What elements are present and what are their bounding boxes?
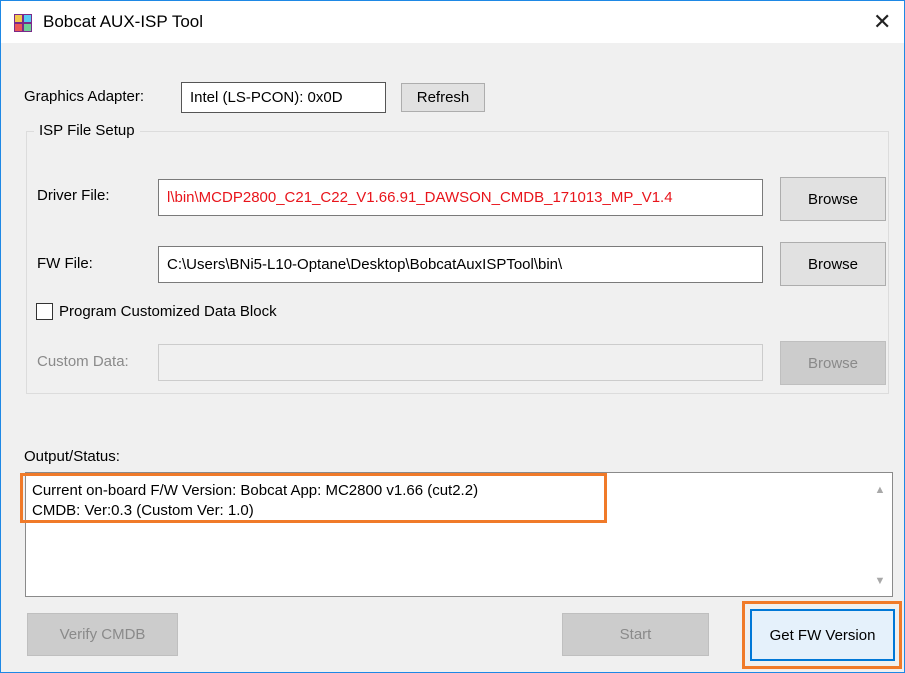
app-icon bbox=[14, 14, 32, 32]
close-icon[interactable]: ✕ bbox=[873, 9, 891, 35]
get-fw-version-button[interactable]: Get FW Version bbox=[750, 609, 895, 661]
output-line: CMDB: Ver:0.3 (Custom Ver: 1.0) bbox=[32, 502, 254, 519]
refresh-button[interactable]: Refresh bbox=[401, 83, 485, 112]
driver-file-input[interactable]: l\bin\MCDP2800_C21_C22_V1.66.91_DAWSON_C… bbox=[158, 179, 763, 216]
output-line: Current on-board F/W Version: Bobcat App… bbox=[32, 482, 479, 499]
driver-browse-button[interactable]: Browse bbox=[780, 177, 886, 221]
window-title: Bobcat AUX-ISP Tool bbox=[43, 12, 204, 31]
fw-file-input[interactable]: C:\Users\BNi5-L10-Optane\Desktop\BobcatA… bbox=[158, 246, 763, 283]
driver-file-label: Driver File: bbox=[37, 187, 110, 204]
graphics-adapter-label: Graphics Adapter: bbox=[24, 88, 145, 105]
custom-data-label: Custom Data: bbox=[37, 353, 129, 370]
app-window: Bobcat AUX-ISP Tool ✕ Graphics Adapter: … bbox=[0, 0, 905, 673]
program-custom-checkbox[interactable] bbox=[36, 303, 53, 320]
custom-data-input bbox=[158, 344, 763, 381]
graphics-adapter-value: Intel (LS-PCON): 0x0D bbox=[181, 82, 386, 113]
fw-browse-button[interactable]: Browse bbox=[780, 242, 886, 286]
program-custom-label[interactable]: Program Customized Data Block bbox=[59, 303, 277, 320]
scroll-up-icon[interactable]: ▲ bbox=[872, 482, 888, 498]
verify-cmdb-button: Verify CMDB bbox=[27, 613, 178, 656]
start-button: Start bbox=[562, 613, 709, 656]
output-status-label: Output/Status: bbox=[24, 448, 120, 465]
scroll-down-icon[interactable]: ▼ bbox=[872, 573, 888, 589]
title-bar[interactable]: Bobcat AUX-ISP Tool ✕ bbox=[1, 1, 904, 43]
fw-file-label: FW File: bbox=[37, 255, 93, 272]
isp-file-setup-title: ISP File Setup bbox=[34, 122, 140, 139]
output-status-box[interactable]: Current on-board F/W Version: Bobcat App… bbox=[25, 472, 893, 597]
custom-browse-button: Browse bbox=[780, 341, 886, 385]
